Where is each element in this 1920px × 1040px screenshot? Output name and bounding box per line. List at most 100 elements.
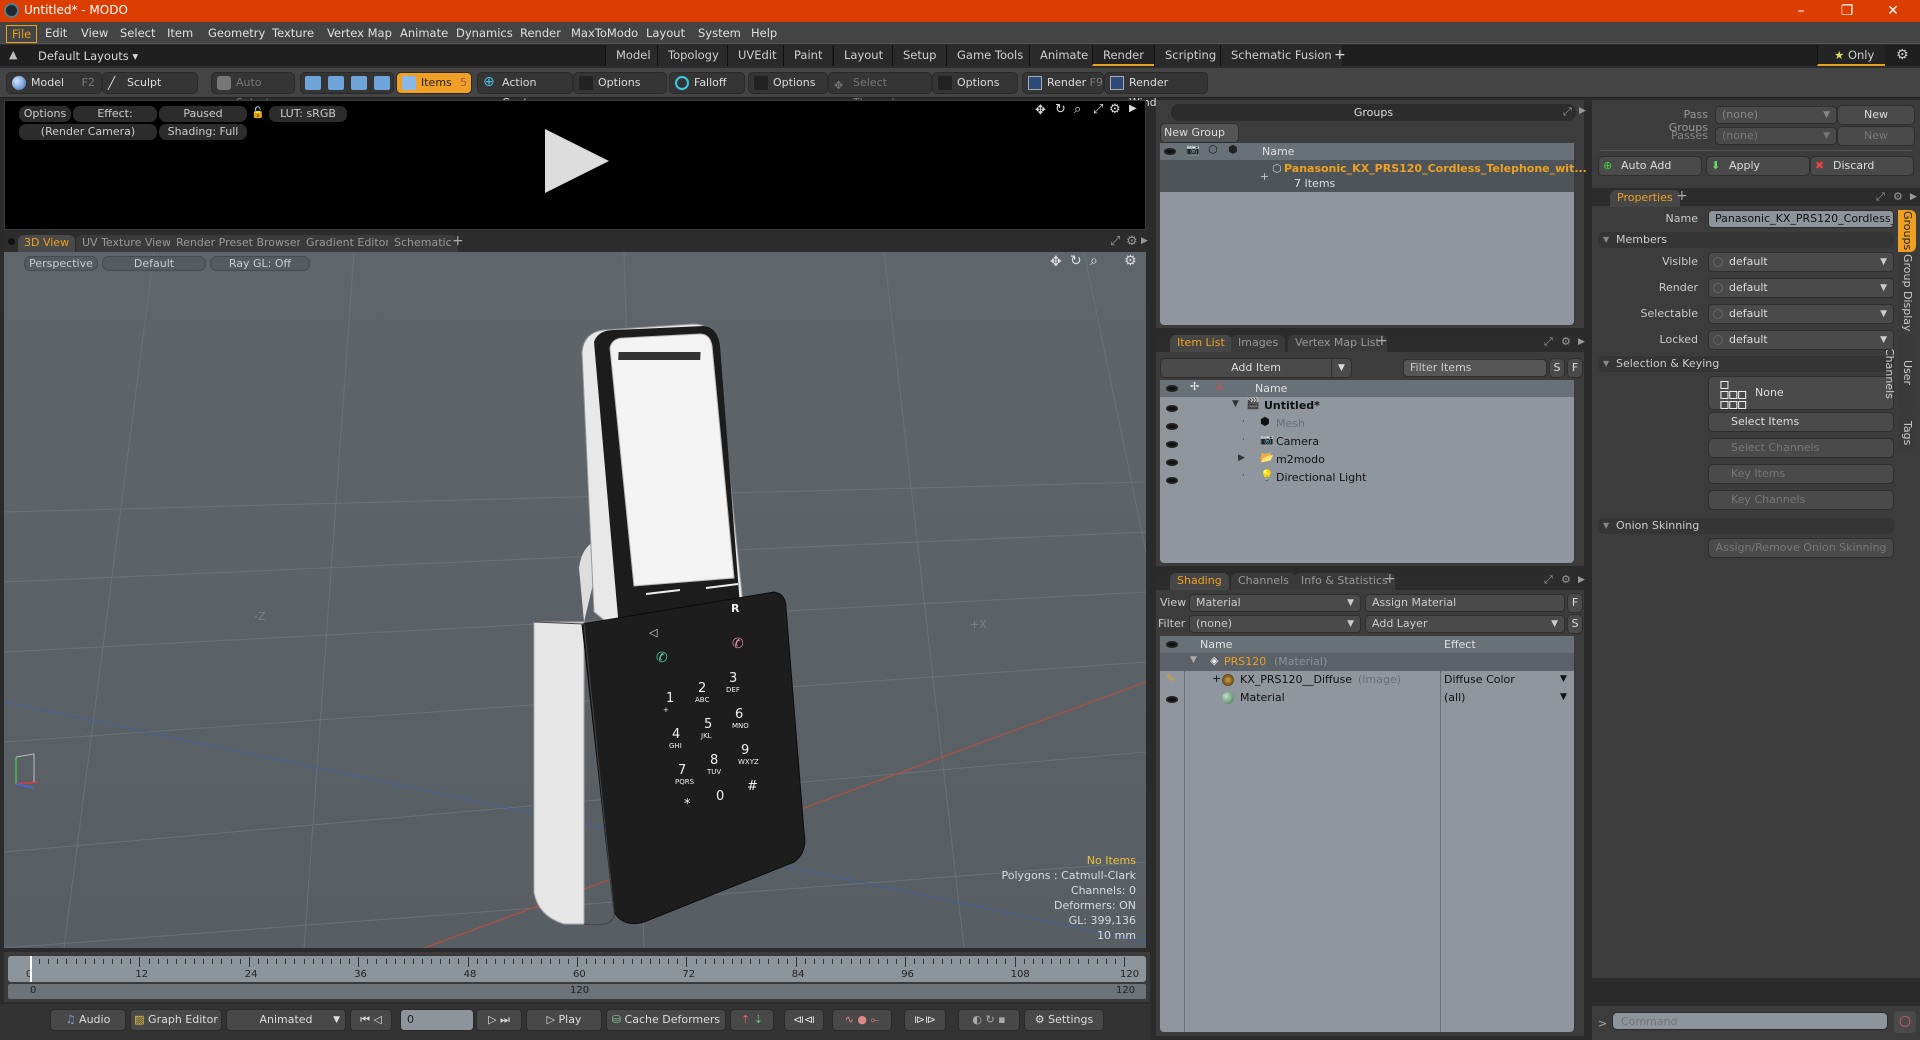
visibility-icon[interactable] — [1166, 402, 1178, 415]
tab-gradient-editor[interactable]: Gradient Editor — [300, 235, 396, 252]
tab-layout[interactable]: Layout — [833, 45, 894, 66]
next-key-buttons[interactable]: ⧐⧐ — [904, 1009, 946, 1031]
tab-game-tools[interactable]: Game Tools — [946, 45, 1034, 66]
keyframe-dot-icon[interactable] — [1713, 283, 1723, 293]
keyframe-dot-icon[interactable] — [1713, 257, 1723, 267]
menu-view[interactable]: View — [76, 25, 113, 41]
gear-icon[interactable]: ⚙ — [1896, 47, 1909, 63]
tab-setup[interactable]: Setup — [892, 45, 947, 66]
maximize-icon[interactable]: ⤢ — [1110, 234, 1120, 249]
action-center-button[interactable]: ⊕Action Center — [477, 72, 573, 109]
shading-f-button[interactable]: F — [1567, 593, 1583, 613]
members-section[interactable]: Members — [1598, 232, 1894, 248]
tab-vertex-map-list[interactable]: Vertex Map List — [1288, 335, 1387, 352]
menu-vertex-map[interactable]: Vertex Map — [322, 25, 397, 41]
key-tools[interactable]: ◐ ↻ ▪ — [958, 1009, 1020, 1031]
tab-model[interactable]: Model — [605, 45, 661, 66]
shader-row-material[interactable]: Material (all) ▼ — [1160, 689, 1574, 707]
side-tab-tags[interactable]: Tags — [1898, 414, 1916, 452]
pass-groups-dropdown[interactable]: (none) ▼ — [1715, 106, 1837, 124]
gear-icon[interactable]: ⚙ — [1124, 253, 1137, 269]
select-channels-button[interactable]: Select Channels — [1708, 438, 1894, 458]
filter-dropdown[interactable]: (none) ▼ — [1189, 615, 1361, 633]
collapse-icon[interactable]: ▼ — [1190, 655, 1197, 665]
zoom-icon[interactable]: ⌕ — [1074, 102, 1081, 117]
falloff-button[interactable]: Falloff — [669, 72, 745, 94]
tab-uv-texture-view[interactable]: UV Texture View — [76, 235, 177, 252]
view-dropdown[interactable]: Material ▼ — [1189, 594, 1361, 612]
select-items-button[interactable]: Select Items — [1708, 412, 1894, 432]
filter-items-input[interactable]: Filter Items — [1403, 359, 1547, 377]
expand-icon[interactable]: ▶ — [1238, 453, 1245, 463]
menu-maxtomodo[interactable]: MaxToModo — [566, 25, 643, 41]
effect-dropdown[interactable]: Effect: (Shadi... — [73, 106, 157, 135]
minimize-button[interactable]: – — [1778, 0, 1824, 22]
graph-editor-button[interactable]: ▨ Graph Editor — [130, 1009, 222, 1031]
key-items-button[interactable]: Key Items — [1708, 464, 1894, 484]
add-tab-button[interactable]: + — [1384, 571, 1396, 587]
pan-icon[interactable]: ✥ — [1050, 254, 1062, 270]
rotate-icon[interactable]: ↻ — [1055, 102, 1066, 117]
new-pass-button[interactable]: New — [1837, 126, 1915, 146]
default-layouts-dropdown[interactable]: Default Layouts ▾ — [38, 49, 138, 63]
rotate-icon[interactable]: ↻ — [1070, 253, 1082, 269]
member-dropdown[interactable]: default ▼ — [1708, 304, 1894, 324]
render-preview[interactable]: Options Effect: (Shadi... Paused 🔓 LUT: … — [4, 100, 1146, 230]
gear-icon[interactable]: ⚙ — [1126, 234, 1138, 249]
render-camera-dropdown[interactable]: (Render Camera) — [19, 124, 157, 140]
polygon-mode-icon[interactable] — [351, 76, 367, 90]
tab-schematic-fusion[interactable]: Schematic Fusion — [1220, 45, 1342, 66]
side-tab-user-channels[interactable]: User Channels — [1883, 334, 1916, 412]
tab-channels[interactable]: Channels — [1231, 573, 1296, 590]
chevron-down-icon[interactable]: ▼ — [1560, 692, 1567, 702]
menu-edit[interactable]: Edit — [40, 25, 72, 41]
frame-forward-buttons[interactable]: ▷ ⏭ — [476, 1009, 522, 1031]
only-toggle[interactable]: ★ Only — [1817, 45, 1885, 66]
falloff-options-button[interactable]: Options — [748, 72, 828, 94]
action-center-options-button[interactable]: Options — [573, 72, 667, 94]
audio-button[interactable]: ♫ Audio — [50, 1009, 126, 1031]
visibility-icon[interactable] — [1166, 474, 1178, 487]
shader-row-material-group[interactable]: ▼ ◈ PRS120 (Material) — [1160, 653, 1574, 671]
add-tab-button[interactable]: + — [1676, 188, 1688, 204]
maximize-icon[interactable]: ⤢ — [1093, 102, 1103, 117]
auto-select-button[interactable]: Auto Select — [211, 72, 295, 109]
group-name-input[interactable]: Panasonic_KX_PRS120_Cordless_Te — [1708, 210, 1894, 228]
side-tab-groups[interactable]: Groups — [1898, 210, 1916, 252]
collapse-icon[interactable]: ▼ — [1232, 399, 1239, 409]
side-tab-group-display[interactable]: Group Display — [1898, 254, 1916, 332]
menu-layout[interactable]: Layout — [641, 25, 690, 41]
zoom-icon[interactable]: ⌕ — [1090, 253, 1098, 269]
render-options-button[interactable]: Options — [19, 106, 71, 122]
close-button[interactable]: ✕ — [1870, 0, 1916, 22]
perspective-dropdown[interactable]: Perspective — [24, 256, 98, 271]
current-frame-input[interactable]: 0 — [400, 1009, 474, 1031]
tab-animate[interactable]: Animate — [1029, 45, 1099, 66]
record-macro-icon[interactable]: ○ — [1894, 1011, 1916, 1033]
tab-scripting[interactable]: Scripting — [1154, 45, 1227, 66]
gear-icon[interactable]: ⚙ — [1893, 190, 1903, 203]
assign-material-button[interactable]: Assign Material — [1365, 594, 1565, 612]
menu-render[interactable]: Render — [515, 25, 566, 41]
play-button[interactable]: ▷ Play — [526, 1009, 602, 1031]
add-tab-button[interactable]: + — [1334, 47, 1346, 63]
selection-keying-section[interactable]: Selection & Keying — [1598, 356, 1894, 372]
restore-button[interactable]: ❐ — [1824, 0, 1870, 22]
item-row-group[interactable]: ▶ 📂 m2modo — [1160, 451, 1574, 469]
tab-item-list[interactable]: Item List — [1170, 335, 1232, 352]
tab-shading[interactable]: Shading — [1170, 573, 1229, 590]
member-dropdown[interactable]: default ▼ — [1708, 278, 1894, 298]
settings-button[interactable]: ⚙ Settings — [1024, 1009, 1104, 1031]
tab-uvedit[interactable]: UVEdit — [727, 45, 787, 66]
discard-button[interactable]: ✖ Discard — [1810, 156, 1914, 176]
item-row-camera[interactable]: · 📷 Camera — [1160, 433, 1574, 451]
expand-arrow-icon[interactable]: ▶ — [1578, 575, 1585, 585]
expand-arrow-icon[interactable]: ▶ — [1141, 236, 1148, 246]
expand-arrow-icon[interactable]: ▶ — [1579, 106, 1586, 116]
item-row-light[interactable]: · 💡 Directional Light — [1160, 469, 1574, 487]
paused-toggle[interactable]: Paused — [159, 106, 247, 122]
item-row-mesh[interactable]: · ⬢ Mesh — [1160, 415, 1574, 433]
auto-add-button[interactable]: ⊕ Auto Add — [1598, 156, 1702, 176]
new-pass-group-button[interactable]: New — [1837, 105, 1915, 125]
passes-dropdown[interactable]: (none) ▼ — [1715, 127, 1837, 145]
